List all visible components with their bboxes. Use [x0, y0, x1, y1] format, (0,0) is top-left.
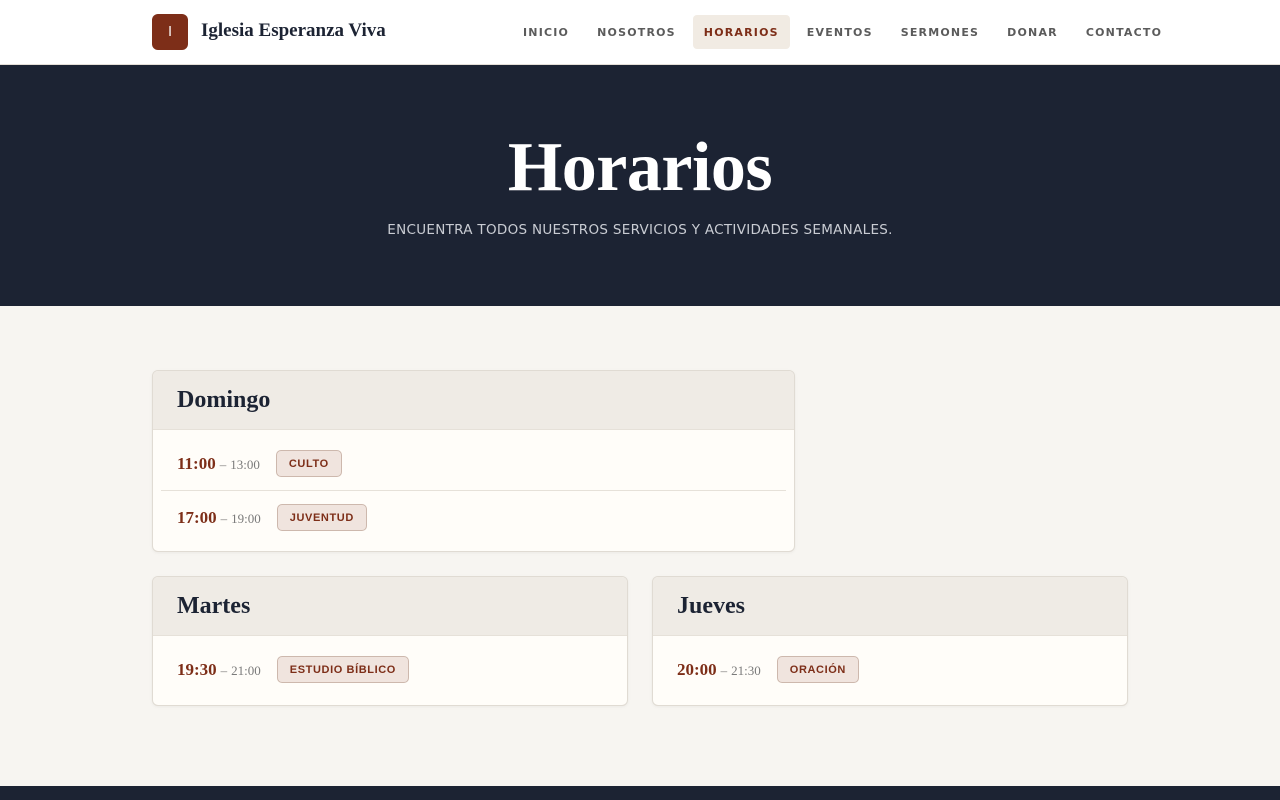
logo-letter: I	[168, 24, 172, 40]
schedule-card-domingo: Domingo 11:00 –13:00 CULTO 17:00 –19:00 …	[152, 370, 795, 552]
day-title: Jueves	[677, 592, 745, 619]
time-end-value: 21:30	[731, 662, 761, 678]
time-end: –21:00	[220, 662, 261, 678]
card-header: Martes	[153, 577, 627, 636]
time-end: –13:00	[219, 456, 260, 472]
site-brand[interactable]: Iglesia Esperanza Viva	[201, 20, 386, 42]
schedule-card-martes: Martes 19:30 –21:00 ESTUDIO BÍBLICO	[152, 576, 628, 706]
main-nav: INICIO NOSOTROS HORARIOS EVENTOS SERMONE…	[512, 15, 1179, 49]
activity-badge: CULTO	[275, 450, 342, 477]
nav-item-inicio[interactable]: INICIO	[512, 15, 580, 49]
logo-icon[interactable]: I	[152, 14, 188, 50]
card-header: Jueves	[653, 577, 1127, 636]
time-end: –21:30	[720, 662, 761, 678]
time-start: 11:00	[177, 453, 216, 473]
time-start: 17:00	[177, 507, 217, 527]
hero-banner: Horarios ENCUENTRA TODOS NUESTROS SERVIC…	[0, 65, 1280, 306]
day-title: Domingo	[177, 386, 271, 413]
activity-badge: JUVENTUD	[276, 504, 367, 531]
time-start: 19:30	[177, 659, 217, 679]
nav-item-horarios[interactable]: HORARIOS	[692, 15, 790, 49]
activity-badge: ORACIÓN	[776, 656, 859, 683]
time-end-value: 19:00	[231, 510, 261, 526]
schedule-row: 17:00 –19:00 JUVENTUD	[153, 491, 794, 544]
schedule-row: 20:00 –21:30 ORACIÓN	[653, 643, 1127, 696]
page-title: Horarios	[507, 129, 773, 206]
card-header: Domingo	[153, 371, 794, 430]
schedule-row: 11:00 –13:00 CULTO	[153, 437, 794, 490]
day-title: Martes	[177, 592, 251, 619]
time-end-value: 21:00	[231, 662, 261, 678]
nav-item-nosotros[interactable]: NOSOTROS	[586, 15, 687, 49]
schedule-row: 19:30 –21:00 ESTUDIO BÍBLICO	[153, 643, 627, 696]
nav-item-contacto[interactable]: CONTACTO	[1075, 15, 1173, 49]
activity-badge: ESTUDIO BÍBLICO	[276, 656, 409, 683]
page-subtitle: ENCUENTRA TODOS NUESTROS SERVICIOS Y ACT…	[387, 222, 893, 238]
schedule-card-jueves: Jueves 20:00 –21:30 ORACIÓN	[652, 576, 1128, 706]
site-header: I Iglesia Esperanza Viva INICIO NOSOTROS…	[0, 0, 1280, 65]
nav-item-sermones[interactable]: SERMONES	[890, 15, 990, 49]
time-start: 20:00	[677, 659, 717, 679]
site-footer	[0, 786, 1280, 800]
time-end-value: 13:00	[230, 456, 260, 472]
nav-item-eventos[interactable]: EVENTOS	[796, 15, 884, 49]
time-end: –19:00	[220, 510, 261, 526]
nav-item-donar[interactable]: DONAR	[996, 15, 1069, 49]
